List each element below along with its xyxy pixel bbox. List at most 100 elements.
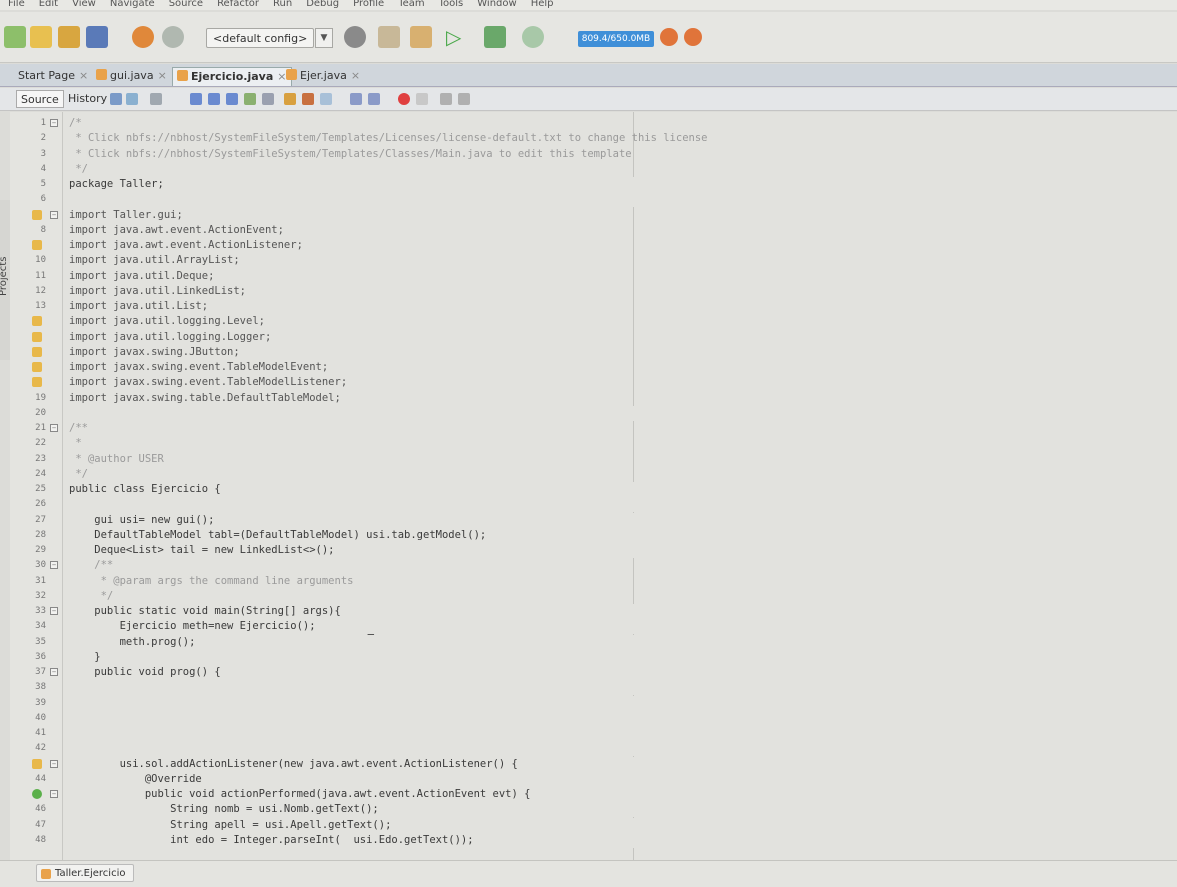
menu-item-profile[interactable]: Profile (353, 0, 384, 9)
toggle-bookmark-icon[interactable] (320, 93, 332, 105)
code-line[interactable]: public class Ejercicio { (69, 482, 1177, 498)
code-line[interactable]: import Taller.gui; (69, 208, 183, 223)
code-line[interactable]: DefaultTableModel tabl=(DefaultTableMode… (69, 527, 1177, 543)
warning-hint-icon[interactable] (32, 331, 42, 342)
code-line[interactable]: public static void main(String[] args){ (69, 604, 1177, 620)
code-line[interactable]: import java.util.logging.Level; (69, 314, 265, 329)
next-bookmark-icon[interactable] (302, 93, 314, 105)
code-line[interactable]: int edo = Integer.parseInt( usi.Edo.getT… (69, 832, 1177, 848)
toggle-rect-select-icon[interactable] (262, 93, 274, 105)
menu-item-run[interactable]: Run (273, 0, 292, 9)
code-line[interactable]: String apell = usi.Apell.getText(); (69, 817, 1177, 833)
new-file-icon[interactable] (4, 26, 26, 48)
menu-item-edit[interactable]: Edit (39, 0, 58, 9)
code-line[interactable]: String nomb = usi.Nomb.getText(); (69, 802, 1177, 818)
code-line[interactable]: meth.prog(); (69, 634, 1177, 650)
debug-icon[interactable] (484, 26, 506, 48)
warning-hint-icon[interactable] (32, 316, 42, 327)
shift-right-icon[interactable] (368, 93, 380, 105)
start-macro-icon[interactable] (398, 93, 410, 105)
code-line[interactable]: import javax.swing.JButton; (69, 345, 240, 360)
code-line[interactable]: * Click nbfs://nbhost/SystemFileSystem/T… (69, 147, 631, 162)
new-project-icon[interactable] (30, 26, 52, 48)
warning-hint-icon[interactable] (32, 758, 42, 769)
menu-item-view[interactable]: View (72, 0, 96, 9)
code-line[interactable]: import javax.swing.event.TableModelListe… (69, 375, 347, 390)
tab-ejer-java[interactable]: Ejer.java × (286, 67, 360, 85)
code-line[interactable]: import java.awt.event.ActionEvent; (69, 223, 284, 238)
code-line[interactable]: package Taller; (69, 177, 1177, 193)
code-line[interactable]: /** (69, 421, 88, 436)
override-icon[interactable] (32, 789, 42, 799)
fold-toggle-icon[interactable]: − (50, 119, 58, 127)
code-line[interactable] (69, 680, 1177, 696)
set-main-project-icon[interactable] (344, 26, 366, 48)
chevron-down-icon[interactable]: ▼ (315, 28, 333, 48)
code-line[interactable]: @Override (69, 771, 1177, 787)
comment-icon[interactable] (440, 93, 452, 105)
last-edit-icon[interactable] (110, 93, 122, 105)
fold-toggle-icon[interactable]: − (50, 759, 58, 768)
code-line[interactable]: import javax.swing.table.DefaultTableMod… (69, 391, 341, 406)
back-icon[interactable] (126, 93, 138, 105)
fold-toggle-icon[interactable]: − (50, 668, 58, 676)
open-project-icon[interactable] (58, 26, 80, 48)
warning-hint-icon[interactable] (32, 362, 42, 372)
warning-hint-icon[interactable] (32, 240, 42, 250)
fold-toggle-icon[interactable]: − (50, 561, 58, 570)
previous-bookmark-icon[interactable] (284, 93, 296, 105)
menu-item-debug[interactable]: Debug (306, 0, 339, 9)
code-line[interactable]: Deque<List> tail = new LinkedList<>(); (69, 543, 1177, 559)
run-icon[interactable]: ▷ (446, 26, 468, 48)
warning-hint-icon[interactable] (32, 377, 42, 388)
redo-icon[interactable] (162, 26, 184, 48)
code-line[interactable]: import java.util.ArrayList; (69, 253, 240, 268)
code-line[interactable]: */ (69, 467, 88, 482)
code-line[interactable] (69, 695, 1177, 711)
code-line[interactable] (69, 710, 1177, 726)
fold-toggle-icon[interactable]: − (50, 424, 58, 432)
menu-item-tools[interactable]: Tools (439, 0, 464, 9)
tab-start-page[interactable]: Start Page × (18, 67, 88, 85)
code-line[interactable]: import java.util.logging.Logger; (69, 330, 271, 345)
warning-hint-icon[interactable] (32, 346, 42, 357)
code-line[interactable]: */ (69, 162, 88, 177)
menu-item-navigate[interactable]: Navigate (110, 0, 155, 9)
close-icon[interactable]: × (158, 69, 167, 82)
code-line[interactable]: import java.util.LinkedList; (69, 284, 246, 299)
code-line[interactable]: import java.awt.event.ActionListener; (69, 238, 303, 253)
menu-item-refactor[interactable]: Refactor (217, 0, 259, 9)
projects-panel-tab[interactable]: Projects (0, 257, 9, 296)
menu-item-team[interactable]: Team (398, 0, 424, 9)
code-line[interactable]: * @param args the command line arguments (69, 574, 354, 589)
code-line[interactable]: } (69, 649, 1177, 665)
stop-macro-icon[interactable] (416, 93, 428, 105)
code-line[interactable]: * Click nbfs://nbhost/SystemFileSystem/T… (69, 131, 707, 146)
build-icon[interactable] (378, 26, 400, 48)
warning-hint-icon[interactable] (32, 209, 42, 220)
menu-item-file[interactable]: File (8, 0, 25, 9)
code-line[interactable]: import java.util.Deque; (69, 269, 214, 284)
code-line[interactable]: /* (69, 116, 82, 131)
menu-item-source[interactable]: Source (169, 0, 203, 9)
code-line[interactable]: /** (69, 558, 113, 573)
code-line[interactable]: import java.util.List; (69, 299, 208, 314)
undo-icon[interactable] (132, 26, 154, 48)
gc-alt-icon[interactable] (684, 28, 702, 46)
fold-toggle-icon[interactable]: − (50, 790, 58, 798)
menu-item-help[interactable]: Help (531, 0, 554, 9)
code-line[interactable]: usi.sol.addActionListener(new java.awt.e… (69, 756, 1177, 772)
code-line[interactable] (69, 405, 1177, 421)
code-line[interactable]: * @author USER (69, 452, 164, 467)
code-line[interactable]: import javax.swing.event.TableModelEvent… (69, 360, 328, 375)
code-editor[interactable]: I /* * Click nbfs://nbhost/SystemFileSys… (63, 112, 1177, 860)
clean-build-icon[interactable] (410, 26, 432, 48)
find-next-icon[interactable] (208, 93, 220, 105)
save-all-icon[interactable] (86, 26, 108, 48)
close-icon[interactable]: × (79, 69, 88, 82)
code-line[interactable]: * (69, 436, 81, 451)
tab-ejercicio-java[interactable]: Ejercicio.java × (172, 67, 292, 86)
code-line[interactable] (69, 726, 1177, 742)
profile-icon[interactable] (522, 26, 544, 48)
find-selection-icon[interactable] (226, 93, 238, 105)
